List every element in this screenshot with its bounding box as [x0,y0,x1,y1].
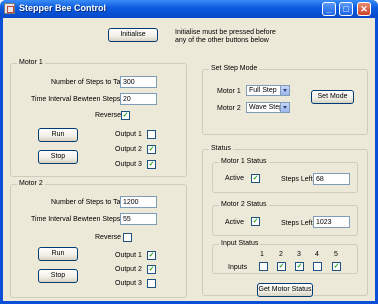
input-column-2: 2 [279,251,283,258]
motor1-output2-label: Output 2 [115,146,142,153]
initialise-note-line2: any of the other buttons below [175,37,269,44]
chevron-down-icon[interactable] [280,103,289,112]
motor1-group: Motor 1 Number of Steps to Take 300 Time… [10,59,187,177]
input-column-4: 4 [315,251,319,258]
initialise-button[interactable]: Initialise [108,28,158,42]
motor1-output1-checkbox[interactable] [147,130,156,139]
motor2-group-label: Motor 2 [17,180,45,187]
step-mode-motor1-value: Full Step [249,87,277,94]
motor1-steps-left-field[interactable]: 68 [313,173,350,185]
input3-checkbox[interactable]: ✓ [295,262,304,271]
input2-checkbox[interactable]: ✓ [277,262,286,271]
motor1-output3-checkbox[interactable]: ✓ [147,160,156,169]
step-mode-motor2-label: Motor 2 [217,105,241,112]
motor1-reverse-label: Reverse [95,112,122,119]
input-status-group: Input Status 1 2 3 4 5 Inputs ✓ ✓ ✓ [212,240,358,274]
motor2-status-active-checkbox[interactable]: ✓ [251,217,260,226]
motor2-status-group: Motor 2 Status Active ✓ Steps Left 1023 [212,201,358,236]
status-group-label: Status [209,145,233,152]
motor1-steps-label: Number of Steps to Take [51,79,128,86]
motor1-status-label: Motor 1 Status [219,158,269,165]
motor1-status-group: Motor 1 Status Active ✓ Steps Left 68 [212,158,358,193]
motor2-output2-checkbox[interactable]: ✓ [147,265,156,274]
step-mode-group: Set Step Mode Motor 1 Full Step Motor 2 … [202,65,368,135]
motor2-output1-label: Output 1 [115,252,142,259]
motor1-status-active-checkbox[interactable]: ✓ [251,174,260,183]
motor2-reverse-checkbox[interactable] [123,233,132,242]
motor2-output3-checkbox[interactable] [147,279,156,288]
step-mode-group-label: Set Step Mode [209,65,260,72]
input4-checkbox[interactable] [313,262,322,271]
maximize-button[interactable]: □ [339,2,353,16]
motor2-status-label: Motor 2 Status [219,201,269,208]
step-mode-motor1-label: Motor 1 [217,88,241,95]
set-mode-button[interactable]: Set Mode [311,90,354,104]
motor2-group: Motor 2 Number of Steps to Take 1200 Tim… [10,180,187,298]
motor2-steps-input[interactable]: 1200 [120,196,157,208]
input-status-label: Input Status [219,240,261,247]
input1-checkbox[interactable] [259,262,268,271]
motor2-output3-label: Output 3 [115,280,142,287]
motor2-status-active-label: Active [225,219,245,226]
motor1-interval-input[interactable]: 20 [120,93,157,105]
step-mode-motor2-value: Wave Step [249,104,283,111]
motor1-reverse-checkbox[interactable]: ✓ [121,111,130,120]
motor1-status-active-label: Active [225,175,245,182]
motor2-steps-left-label: Steps Left [281,220,313,227]
motor1-stop-button[interactable]: Stop [38,150,78,164]
motor2-run-button[interactable]: Run [38,247,78,261]
chevron-down-icon[interactable] [280,86,289,95]
minimize-button[interactable]: _ [322,2,336,16]
get-motor-status-button[interactable]: Get Motor Status [257,283,313,297]
motor2-reverse-label: Reverse [95,234,122,241]
input-column-5: 5 [334,251,338,258]
motor1-output1-label: Output 1 [115,131,142,138]
motor1-output2-checkbox[interactable]: ✓ [147,145,156,154]
input-column-3: 3 [297,251,301,258]
motor2-output2-label: Output 2 [115,266,142,273]
motor1-output3-label: Output 3 [115,161,142,168]
motor2-steps-left-field[interactable]: 1023 [313,216,350,228]
motor2-steps-label: Number of Steps to Take [51,199,128,206]
app-icon[interactable] [4,3,15,14]
status-group: Status Motor 1 Status Active ✓ Steps Lef… [202,145,368,297]
motor1-group-label: Motor 1 [17,59,45,66]
motor1-steps-left-label: Steps Left [281,176,313,183]
inputs-label: Inputs [228,264,248,271]
input5-checkbox[interactable]: ✓ [332,262,341,271]
close-button[interactable]: ✕ [357,2,371,16]
motor1-steps-input[interactable]: 300 [120,76,157,88]
motor1-run-button[interactable]: Run [38,128,78,142]
motor2-interval-input[interactable]: 55 [120,213,157,225]
title-bar[interactable]: Stepper Bee Control _ □ ✕ [0,0,378,18]
application-window: Stepper Bee Control _ □ ✕ Initialise Ini… [0,0,378,304]
input-column-1: 1 [260,251,264,258]
motor2-stop-button[interactable]: Stop [38,269,78,283]
window-title: Stepper Bee Control [19,3,107,13]
motor2-output1-checkbox[interactable]: ✓ [147,251,156,260]
step-mode-motor1-select[interactable]: Full Step [246,85,290,96]
step-mode-motor2-select[interactable]: Wave Step [246,102,290,113]
client-area: Initialise Initialise must be pressed be… [3,18,375,301]
